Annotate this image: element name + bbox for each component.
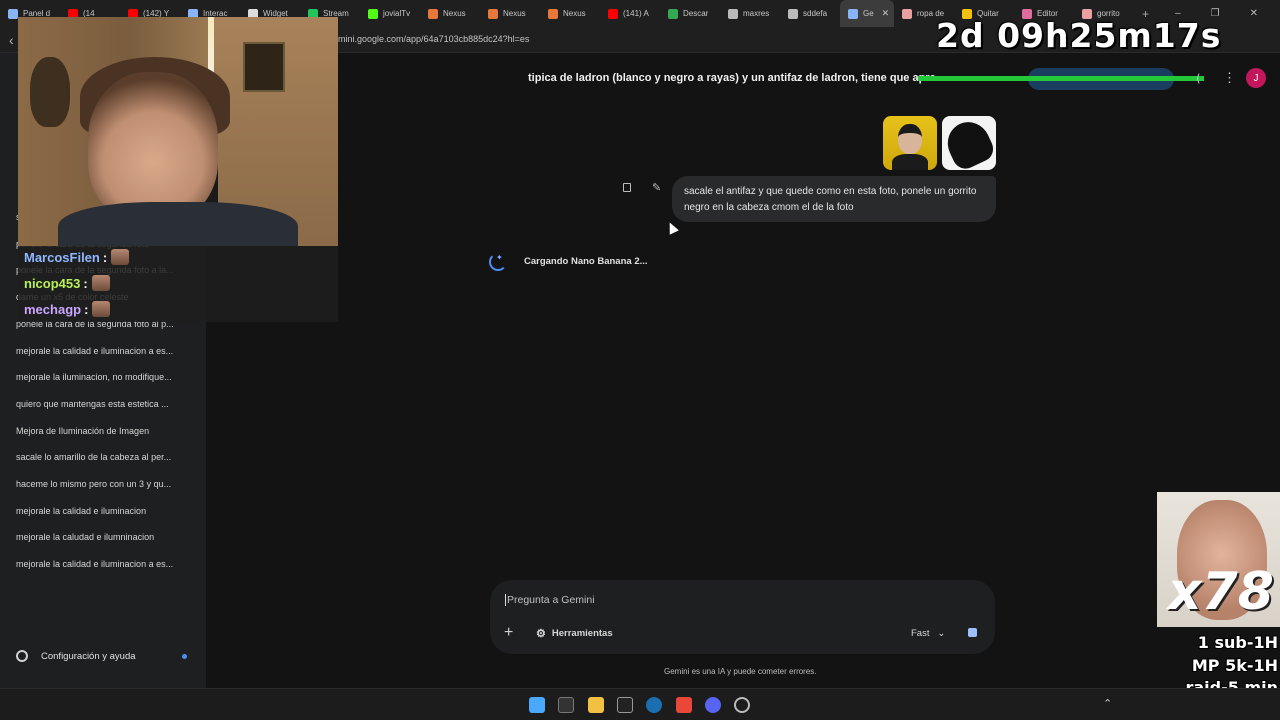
gear-icon bbox=[16, 650, 28, 662]
tab-favicon-icon bbox=[788, 8, 798, 19]
browser-tab[interactable]: sddefa bbox=[780, 0, 840, 27]
pineapple-decoration bbox=[30, 57, 70, 127]
windows-taskbar: ⌃ bbox=[0, 688, 1280, 720]
streamer-face bbox=[88, 72, 218, 222]
history-item[interactable]: Mejora de Iluminación de Imagen bbox=[16, 426, 188, 436]
close-tab-icon[interactable]: ✕ bbox=[882, 8, 890, 19]
tab-favicon-icon bbox=[728, 8, 738, 19]
disclaimer-text: Gemini es una IA y puede cometer errores… bbox=[664, 667, 817, 676]
back-arrow-icon[interactable]: ‹ bbox=[9, 32, 14, 48]
gemini-spark-icon: ✦ bbox=[496, 253, 503, 262]
tab-label: Nexus bbox=[503, 9, 526, 18]
browser-tab[interactable]: Nexus bbox=[420, 0, 480, 27]
tab-favicon-icon bbox=[668, 8, 678, 19]
mode-label: Fast bbox=[911, 628, 930, 639]
browser-tab[interactable]: Ge ✕ bbox=[840, 0, 894, 27]
tab-favicon-icon bbox=[428, 8, 438, 19]
url-text[interactable]: mini.google.com/app/64a7103cb885dc24?hl=… bbox=[338, 34, 529, 44]
loading-status: Cargando Nano Banana 2... bbox=[524, 256, 648, 267]
browser-tab[interactable]: Nexus bbox=[540, 0, 600, 27]
tab-favicon-icon bbox=[548, 8, 558, 19]
chat-message: mechagp : bbox=[24, 301, 111, 317]
tab-favicon-icon bbox=[8, 8, 18, 19]
previous-message-text: tipica de ladron (blanco y negro a rayas… bbox=[528, 72, 936, 84]
tab-label: Nexus bbox=[443, 9, 466, 18]
prompt-box: Pregunta a Gemini + ⚙ Herramientas Fast … bbox=[490, 580, 995, 654]
chat-emote-icon bbox=[91, 275, 110, 291]
prompt-input[interactable]: Pregunta a Gemini bbox=[505, 594, 595, 606]
history-item[interactable]: haceme lo mismo pero con un 3 y qu... bbox=[16, 479, 188, 489]
attached-image-woman[interactable] bbox=[883, 116, 937, 170]
add-attachment-button[interactable]: + bbox=[504, 624, 513, 642]
tab-label: Descar bbox=[683, 9, 709, 18]
tools-icon: ⚙ bbox=[536, 628, 546, 640]
tab-label: maxres bbox=[743, 9, 770, 18]
subathon-timer: 2d 09h25m17s bbox=[936, 16, 1222, 55]
windows-start-icon[interactable] bbox=[529, 697, 545, 713]
mouse-cursor-icon bbox=[665, 220, 679, 235]
browser-tab[interactable]: Nexus bbox=[480, 0, 540, 27]
tools-label: Herramientas bbox=[551, 628, 613, 639]
history-item[interactable]: mejorale la iluminacion, no modifique... bbox=[16, 372, 188, 382]
history-item[interactable]: mejorale la caludad e ilumninacion bbox=[16, 532, 188, 542]
tools-button[interactable]: ⚙ Herramientas bbox=[536, 627, 613, 640]
history-item[interactable]: mejorale la calidad e iluminacion a es..… bbox=[16, 346, 188, 356]
history-item[interactable]: mejorale la calidad e iluminacion bbox=[16, 506, 188, 516]
tab-label: jovialTv bbox=[383, 9, 411, 18]
history-item[interactable]: mejorale la calidad e iluminacion a es..… bbox=[16, 559, 188, 569]
steam-icon[interactable] bbox=[646, 697, 662, 713]
terminal-icon[interactable] bbox=[558, 697, 574, 713]
tray-chevron-icon[interactable]: ⌃ bbox=[1103, 697, 1112, 710]
tab-label: Ge bbox=[863, 9, 874, 18]
folder-icon[interactable] bbox=[588, 697, 604, 713]
progress-overlay-bar bbox=[918, 76, 1204, 81]
tab-label: Nexus bbox=[563, 9, 586, 18]
chat-message: nicop453 : bbox=[24, 275, 110, 291]
wall-plaque bbox=[243, 42, 285, 92]
browser-tab[interactable]: Descar bbox=[660, 0, 720, 27]
stream-chat-overlay: MarcosFilen : nicop453 : mechagp : bbox=[18, 246, 338, 322]
edit-icon[interactable]: ✎ bbox=[652, 181, 661, 194]
chat-emote-icon bbox=[92, 301, 111, 317]
history-item[interactable]: sacale lo amarillo de la cabeza al per..… bbox=[16, 452, 188, 462]
notification-dot bbox=[182, 654, 187, 659]
stream-goal: MP 5k-1H bbox=[1191, 656, 1278, 675]
stop-generation-button[interactable] bbox=[968, 628, 977, 637]
app-icon[interactable] bbox=[734, 697, 750, 713]
model-mode-selector[interactable]: Fast ⌄ bbox=[911, 628, 945, 639]
chevron-down-icon: ⌄ bbox=[932, 628, 946, 639]
tab-favicon-icon bbox=[848, 8, 858, 19]
settings-label: Configuración y ayuda bbox=[41, 650, 136, 662]
attached-image-beanie[interactable] bbox=[942, 116, 996, 170]
share-icon[interactable]: ⟨ bbox=[1196, 72, 1200, 85]
chat-emote-icon bbox=[111, 249, 130, 265]
tab-favicon-icon bbox=[488, 8, 498, 19]
stream-goal: 1 sub-1H bbox=[1197, 633, 1278, 652]
tab-label: sddefa bbox=[803, 9, 828, 18]
tab-favicon-icon bbox=[368, 8, 378, 19]
chat-username: mechagp bbox=[24, 301, 82, 317]
chat-message: MarcosFilen : bbox=[24, 249, 130, 265]
browser-tab[interactable]: (141) A bbox=[600, 0, 660, 27]
epic-games-icon[interactable] bbox=[617, 697, 633, 713]
tab-label: (141) A bbox=[623, 9, 649, 18]
multiplier-badge: x78 bbox=[1168, 562, 1274, 622]
browser-tab[interactable]: jovialTv bbox=[360, 0, 420, 27]
browser-tab[interactable]: maxres bbox=[720, 0, 780, 27]
settings-and-help-button[interactable]: Configuración y ayuda bbox=[16, 650, 136, 662]
history-item[interactable]: quiero que mantengas esta estetica ... bbox=[16, 399, 188, 409]
chat-username: nicop453 bbox=[24, 275, 81, 291]
brave-browser-icon[interactable] bbox=[676, 697, 692, 713]
tab-favicon-icon bbox=[902, 8, 912, 19]
copy-icon[interactable] bbox=[623, 183, 631, 192]
tab-favicon-icon bbox=[608, 8, 618, 19]
chat-username: MarcosFilen bbox=[24, 249, 100, 265]
streamer-webcam: N bbox=[18, 17, 338, 246]
user-message-bubble: sacale el antifaz y que quede como en es… bbox=[672, 176, 996, 222]
avatar[interactable]: J bbox=[1246, 68, 1266, 88]
more-options-icon[interactable]: ⋮ bbox=[1223, 70, 1236, 86]
discord-icon[interactable] bbox=[705, 697, 721, 713]
